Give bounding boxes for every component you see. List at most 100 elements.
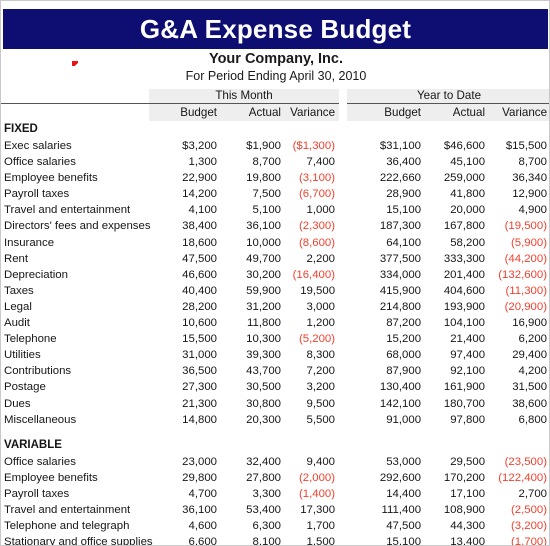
cell-line-item-label: Contributions xyxy=(4,365,72,378)
cell-ytd-budget: 87,200 xyxy=(386,317,422,330)
cell-line-item-label: Depreciation xyxy=(4,268,68,281)
column-header-ytd-actual: Actual xyxy=(425,103,490,121)
column-gap xyxy=(339,170,348,187)
cell-line-item-label: Telephone xyxy=(4,333,57,346)
table-row: Rent 47,500 49,700 2,200 377,500 333,300 (44,2… xyxy=(1,250,549,267)
column-gap xyxy=(339,518,348,535)
cell-month-actual: 39,300 xyxy=(246,349,281,362)
table-row: Employee benefits 22,900 19,800 (3,100) 222,… xyxy=(1,170,549,187)
section-header-label: VARIABLE xyxy=(4,438,62,451)
table-row: Travel and entertainment 36,100 53,400 17,3… xyxy=(1,501,549,519)
table-row: Dues 21,300 30,800 9,500 142,100 180,700 38,60… xyxy=(1,395,549,412)
column-gap xyxy=(339,154,348,171)
cell-ytd-budget: 334,000 xyxy=(379,268,422,281)
cell-month-variance: 1,200 xyxy=(306,317,336,330)
cell-ytd-budget: 214,800 xyxy=(379,300,422,313)
cell-ytd-variance: (19,500) xyxy=(504,220,548,233)
cell-month-actual: 8,100 xyxy=(252,536,281,546)
cell-ytd-variance: (23,500) xyxy=(504,455,548,468)
cell-ytd-actual: 259,000 xyxy=(443,172,486,185)
table-row: Contributions 36,500 43,700 7,200 87,900 92,1… xyxy=(1,363,549,380)
table-row: Legal 28,200 31,200 3,000 214,800 193,900 (20,… xyxy=(1,298,549,316)
table-row: Telephone 15,500 10,300 (5,200) 15,200 21,400… xyxy=(1,331,549,348)
column-header-row: Budget Actual Variance Budget Actual Var… xyxy=(1,103,549,121)
cell-line-item-label: Payroll taxes xyxy=(4,487,70,500)
cell-ytd-budget: 187,300 xyxy=(379,220,422,233)
table-body: FIXED Exec salaries $3,200 $1,900 ($1,300) $3… xyxy=(1,121,549,546)
cell-month-actual: $1,900 xyxy=(246,140,281,152)
cell-ytd-variance: 8,700 xyxy=(518,156,548,169)
cell-month-variance: (2,300) xyxy=(298,220,336,233)
cell-ytd-variance: $15,500 xyxy=(505,140,548,152)
cell-month-actual: 59,900 xyxy=(246,284,281,297)
cell-month-actual: 20,300 xyxy=(246,413,281,426)
cell-month-budget: 22,900 xyxy=(182,172,217,185)
table-row: Employee benefits 29,800 27,800 (2,000) 292,… xyxy=(1,469,549,486)
column-gap xyxy=(339,138,348,155)
cell-month-budget: 4,100 xyxy=(188,204,217,217)
column-header-ytd-variance: Variance xyxy=(489,103,549,121)
cell-ytd-budget: 91,000 xyxy=(386,413,422,426)
section-header-label: FIXED xyxy=(4,123,38,135)
cell-line-item-label: Telephone and telegraph xyxy=(4,520,130,533)
column-gap xyxy=(339,534,348,545)
cell-line-item-label: Miscellaneous xyxy=(4,413,77,426)
cell-month-variance: 19,500 xyxy=(300,284,336,297)
cell-line-item-label: Taxes xyxy=(4,284,34,297)
column-gap xyxy=(339,266,348,283)
cell-month-variance: (16,400) xyxy=(292,268,336,281)
cell-month-actual: 43,700 xyxy=(246,365,281,378)
cell-ytd-variance: 38,600 xyxy=(512,397,548,410)
cell-month-actual: 53,400 xyxy=(246,503,281,516)
cell-ytd-variance: (3,200) xyxy=(510,520,548,533)
budget-table: This Month Year to Date Budget Actual Va… xyxy=(1,89,549,546)
cell-ytd-budget: 15,100 xyxy=(386,536,422,546)
cell-ytd-budget: 47,500 xyxy=(386,520,422,533)
table-row: Exec salaries $3,200 $1,900 ($1,300) $31,100… xyxy=(1,138,549,155)
table-row: Depreciation 46,600 30,200 (16,400) 334,000 2… xyxy=(1,266,549,283)
cell-ytd-variance: (2,500) xyxy=(510,503,548,516)
spacer-cell xyxy=(1,428,549,437)
cell-month-actual: 8,700 xyxy=(252,156,281,169)
cell-month-actual: 32,400 xyxy=(246,455,281,468)
cell-line-item-label: Utilities xyxy=(4,349,41,362)
cell-line-item-label: Dues xyxy=(4,397,31,410)
cell-month-variance: (5,200) xyxy=(298,333,336,346)
cell-ytd-budget: 87,900 xyxy=(386,365,422,378)
column-gap xyxy=(339,315,348,332)
cell-ytd-actual: 92,100 xyxy=(450,365,486,378)
column-gap xyxy=(339,202,348,219)
cell-month-budget: 36,100 xyxy=(182,503,217,516)
group-header-this-month: This Month xyxy=(149,89,340,104)
cell-ytd-variance: 4,200 xyxy=(518,365,548,378)
cell-ytd-variance: 29,400 xyxy=(512,349,548,362)
cell-ytd-budget: 64,100 xyxy=(386,236,422,249)
cell-ytd-actual: 333,300 xyxy=(443,252,486,265)
cell-ytd-actual: 29,500 xyxy=(450,455,486,468)
section-spacer xyxy=(1,428,549,437)
table-row: Office salaries 23,000 32,400 9,400 53,000 29… xyxy=(1,453,549,470)
cell-ytd-variance: (20,900) xyxy=(504,300,548,313)
cell-ytd-budget: $31,100 xyxy=(379,140,422,152)
cell-month-variance: 7,400 xyxy=(306,156,336,169)
cell-month-budget: 14,200 xyxy=(182,188,217,201)
section-header-fixed: FIXED xyxy=(1,121,549,138)
cell-ytd-budget: 222,660 xyxy=(379,172,422,185)
cell-ytd-actual: 193,900 xyxy=(443,300,486,313)
column-header-month-variance: Variance xyxy=(285,103,340,121)
column-gap xyxy=(339,298,348,316)
cell-month-variance: 1,700 xyxy=(306,520,336,533)
table-header: This Month Year to Date Budget Actual Va… xyxy=(1,89,549,121)
table-row: Stationary and office supplies 6,600 8,100… xyxy=(1,534,549,546)
cell-ytd-actual: 97,400 xyxy=(450,349,486,362)
cell-month-variance: (6,700) xyxy=(298,188,336,201)
cell-ytd-budget: 68,000 xyxy=(386,349,422,362)
cell-line-item-label: Rent xyxy=(4,252,29,265)
cell-ytd-budget: 15,100 xyxy=(386,204,422,217)
cell-ytd-variance: 31,500 xyxy=(512,381,548,394)
cell-ytd-variance: 4,900 xyxy=(518,204,548,217)
page-title: G&A Expense Budget xyxy=(139,14,412,44)
cell-month-actual: 30,800 xyxy=(246,397,281,410)
column-gap xyxy=(339,347,348,364)
cell-month-actual: 19,800 xyxy=(246,172,281,185)
